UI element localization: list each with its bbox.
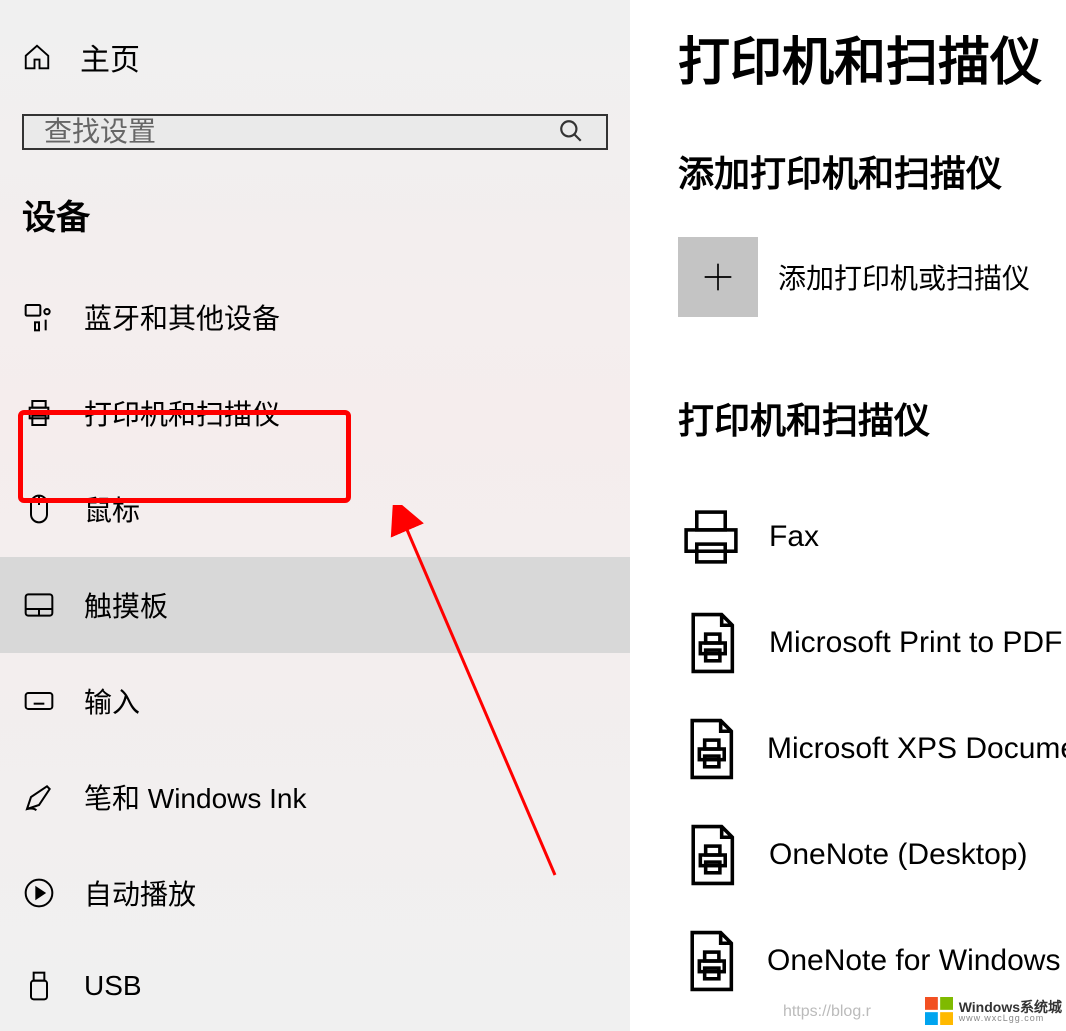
home-label: 主页 — [80, 35, 140, 79]
sidebar-item-label: 笔和 Windows Ink — [84, 777, 307, 817]
sidebar-item-typing[interactable]: 输入 — [0, 653, 630, 749]
search-box[interactable] — [22, 114, 608, 150]
keyboard-icon — [22, 684, 56, 718]
sidebar-item-label: 自动播放 — [84, 873, 196, 913]
add-printer-button[interactable]: 添加打印机或扫描仪 — [678, 237, 1066, 317]
doc-printer-icon — [678, 716, 742, 782]
watermark-logo-icon — [925, 997, 953, 1025]
search-input[interactable] — [44, 116, 558, 148]
printer-item[interactable]: Fax — [678, 484, 1066, 590]
main-content: 打印机和扫描仪 添加打印机和扫描仪 添加打印机或扫描仪 打印机和扫描仪 Fax — [630, 0, 1066, 1031]
printer-list: Fax Microsoft Print to PDF — [678, 484, 1066, 1014]
home-icon — [22, 42, 52, 72]
watermark: Windows系统城 www.wxcLgg.com — [925, 997, 1062, 1025]
sidebar-item-pen[interactable]: 笔和 Windows Ink — [0, 749, 630, 845]
doc-printer-icon — [678, 822, 744, 888]
sidebar-item-label: USB — [84, 970, 142, 1002]
add-printer-label: 添加打印机或扫描仪 — [778, 257, 1030, 297]
list-section-title: 打印机和扫描仪 — [678, 392, 1066, 444]
printer-device-icon — [678, 504, 744, 570]
printer-label: Microsoft XPS Documen — [767, 732, 1066, 766]
printer-label: Microsoft Print to PDF — [769, 626, 1062, 660]
doc-printer-icon — [678, 610, 744, 676]
sidebar-item-touchpad[interactable]: 触摸板 — [0, 557, 630, 653]
sidebar-item-printers[interactable]: 打印机和扫描仪 — [0, 365, 630, 461]
blog-watermark: https://blog.r — [783, 1003, 871, 1021]
plus-icon — [678, 237, 758, 317]
bluetooth-icon — [22, 300, 56, 334]
printer-label: OneNote (Desktop) — [769, 838, 1027, 872]
watermark-line2: www.wxcLgg.com — [959, 1014, 1062, 1023]
watermark-line1: Windows系统城 — [959, 1000, 1062, 1014]
printer-item[interactable]: OneNote (Desktop) — [678, 802, 1066, 908]
sidebar-item-label: 打印机和扫描仪 — [84, 393, 280, 433]
mouse-icon — [22, 492, 56, 526]
sidebar-item-bluetooth[interactable]: 蓝牙和其他设备 — [0, 269, 630, 365]
sidebar-item-usb[interactable]: USB — [0, 941, 630, 1031]
doc-printer-icon — [678, 928, 742, 994]
printer-item[interactable]: Microsoft XPS Documen — [678, 696, 1066, 802]
usb-icon — [22, 969, 56, 1003]
sidebar-item-label: 鼠标 — [84, 489, 140, 529]
sidebar-item-label: 触摸板 — [84, 585, 168, 625]
autoplay-icon — [22, 876, 56, 910]
page-title: 打印机和扫描仪 — [678, 20, 1066, 95]
printer-icon — [22, 396, 56, 430]
sidebar-item-label: 输入 — [84, 681, 140, 721]
sidebar-item-autoplay[interactable]: 自动播放 — [0, 845, 630, 941]
home-button[interactable]: 主页 — [0, 0, 630, 104]
printer-label: OneNote for Windows 1 — [767, 944, 1066, 978]
sidebar: 主页 设备 蓝牙和其他设备 — [0, 0, 630, 1031]
sidebar-item-mouse[interactable]: 鼠标 — [0, 461, 630, 557]
section-title: 设备 — [0, 180, 630, 269]
add-section-title: 添加打印机和扫描仪 — [678, 145, 1066, 197]
printer-label: Fax — [769, 520, 819, 554]
search-icon — [558, 118, 586, 146]
pen-icon — [22, 780, 56, 814]
sidebar-item-label: 蓝牙和其他设备 — [84, 297, 280, 337]
printer-item[interactable]: Microsoft Print to PDF — [678, 590, 1066, 696]
touchpad-icon — [22, 588, 56, 622]
